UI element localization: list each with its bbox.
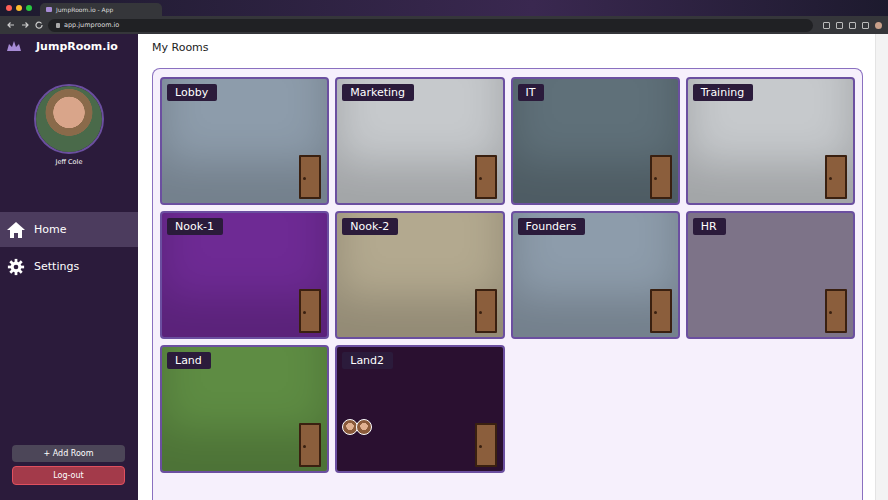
room-label: Founders xyxy=(518,218,586,235)
door-icon[interactable] xyxy=(475,155,497,199)
gear-icon xyxy=(6,258,26,276)
room-label: Nook-2 xyxy=(342,218,398,235)
occupant-avatar[interactable] xyxy=(356,419,372,435)
share-icon[interactable] xyxy=(823,22,830,29)
room-label: IT xyxy=(518,84,545,101)
extensions-icon[interactable] xyxy=(849,22,856,29)
room-card[interactable]: Land xyxy=(160,345,329,473)
toolbar-icons xyxy=(817,22,882,29)
room-card[interactable]: HR xyxy=(686,211,855,339)
app-name: JumpRoom.io xyxy=(36,40,118,53)
sidebar-icon[interactable] xyxy=(862,22,869,29)
home-icon xyxy=(6,221,26,239)
door-icon[interactable] xyxy=(650,289,672,333)
nav-item[interactable]: Settings xyxy=(0,249,138,284)
main-content: My Rooms Lobby Marketing IT Training Noo… xyxy=(138,34,875,500)
room-card[interactable]: Founders xyxy=(511,211,680,339)
nav-label: Settings xyxy=(34,260,79,273)
room-label: Lobby xyxy=(167,84,217,101)
minimize-icon[interactable] xyxy=(16,5,22,11)
browser-window: JumpRoom.io - App app.jumproom.io JumpRo… xyxy=(0,0,888,500)
page-title: My Rooms xyxy=(152,41,863,54)
occupants xyxy=(342,419,370,435)
room-card[interactable]: Land2 xyxy=(335,345,504,473)
url-text: app.jumproom.io xyxy=(64,21,119,29)
user-name: Jeff Cole xyxy=(0,158,138,166)
room-card[interactable]: Training xyxy=(686,77,855,205)
favicon-icon xyxy=(46,7,52,12)
door-icon[interactable] xyxy=(650,155,672,199)
logo-icon xyxy=(6,40,22,52)
scrollbar[interactable] xyxy=(875,34,888,500)
door-icon[interactable] xyxy=(475,289,497,333)
room-label: Nook-1 xyxy=(167,218,223,235)
nav-item[interactable]: Home xyxy=(0,212,138,247)
room-card[interactable]: IT xyxy=(511,77,680,205)
rooms-panel: Lobby Marketing IT Training Nook-1 Nook-… xyxy=(152,68,863,500)
room-card[interactable]: Marketing xyxy=(335,77,504,205)
room-card[interactable]: Lobby xyxy=(160,77,329,205)
door-icon[interactable] xyxy=(825,155,847,199)
browser-tab[interactable]: JumpRoom.io - App xyxy=(40,3,162,16)
room-label: HR xyxy=(693,218,726,235)
user-avatar[interactable] xyxy=(34,84,104,154)
door-icon[interactable] xyxy=(825,289,847,333)
tab-title: JumpRoom.io - App xyxy=(56,6,113,13)
maximize-icon[interactable] xyxy=(26,5,32,11)
room-card[interactable]: Nook-1 xyxy=(160,211,329,339)
rooms-grid: Lobby Marketing IT Training Nook-1 Nook-… xyxy=(160,77,855,473)
lock-icon xyxy=(56,23,60,28)
window-controls xyxy=(0,5,40,16)
door-icon[interactable] xyxy=(475,423,497,467)
address-bar[interactable]: app.jumproom.io xyxy=(48,19,813,32)
door-icon[interactable] xyxy=(299,423,321,467)
forward-icon[interactable] xyxy=(20,20,30,30)
add-button[interactable]: + Add Room xyxy=(12,445,125,462)
close-icon[interactable] xyxy=(6,5,12,11)
room-label: Marketing xyxy=(342,84,414,101)
nav: Home Settings xyxy=(0,212,138,284)
room-label: Land xyxy=(167,352,211,369)
sidebar-buttons: + Add Room Log-out xyxy=(0,445,138,500)
browser-toolbar: app.jumproom.io xyxy=(0,16,888,34)
back-icon[interactable] xyxy=(6,20,16,30)
room-label: Training xyxy=(693,84,753,101)
avatar-photo xyxy=(36,86,102,152)
room-label: Land2 xyxy=(342,352,393,369)
door-icon[interactable] xyxy=(299,155,321,199)
door-icon[interactable] xyxy=(299,289,321,333)
room-card[interactable]: Nook-2 xyxy=(335,211,504,339)
tab-strip: JumpRoom.io - App xyxy=(0,0,888,16)
sidebar: JumpRoom.io Jeff Cole Home Settings + Ad… xyxy=(0,34,138,500)
star-icon[interactable] xyxy=(836,22,843,29)
app: JumpRoom.io Jeff Cole Home Settings + Ad… xyxy=(0,34,888,500)
profile-icon[interactable] xyxy=(875,22,882,29)
reload-icon[interactable] xyxy=(34,20,44,30)
logout-button[interactable]: Log-out xyxy=(12,466,125,485)
nav-label: Home xyxy=(34,223,66,236)
brand[interactable]: JumpRoom.io xyxy=(0,34,138,58)
